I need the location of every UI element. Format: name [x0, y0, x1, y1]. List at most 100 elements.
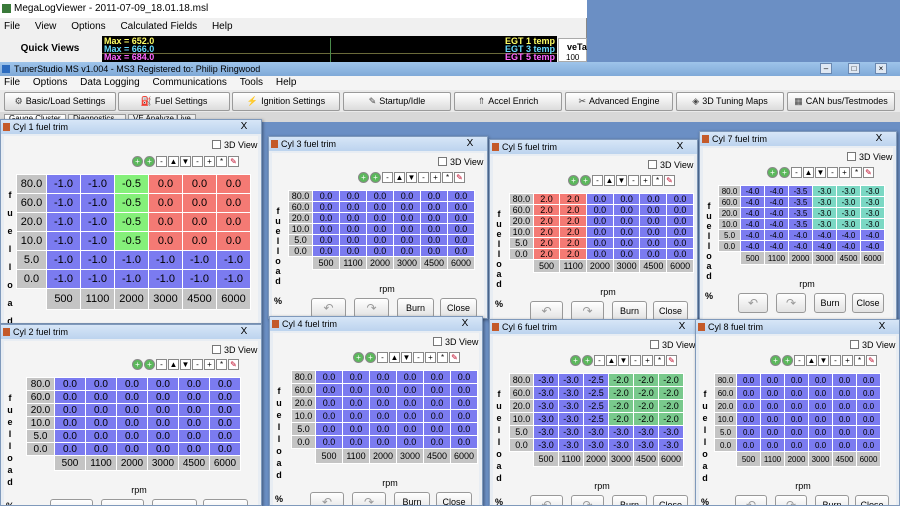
window-title-bar[interactable]: Cyl 8 fuel trim X [696, 320, 899, 334]
down-arrow-button[interactable]: ▼ [818, 355, 829, 366]
3d-view-checkbox[interactable]: 3D View [847, 152, 892, 163]
table-cell[interactable]: 0.0 [54, 403, 86, 417]
plus-button[interactable]: + [839, 167, 850, 178]
increase-alt-button[interactable]: + [582, 355, 593, 366]
table-cell[interactable]: 0.0 [315, 396, 343, 410]
table-cell[interactable]: 0.0 [423, 383, 451, 397]
table-cell[interactable]: 0.0 [85, 429, 117, 443]
table-cell[interactable]: 0.0 [612, 237, 641, 249]
table-cell[interactable]: 0.0 [396, 422, 424, 436]
x-axis-value[interactable]: 6000 [447, 256, 475, 270]
close-icon[interactable]: X [673, 321, 691, 332]
table-cell[interactable]: 2.0 [559, 204, 587, 216]
table-cell[interactable]: 0.0 [639, 226, 668, 238]
ts-menu-tools[interactable]: Tools [240, 77, 263, 88]
undo-button[interactable]: ↶ [738, 293, 768, 313]
y-axis-value[interactable]: 20.0 [291, 396, 316, 410]
table-cell[interactable]: -3.0 [836, 196, 861, 208]
increase-alt-button[interactable]: + [580, 175, 591, 186]
basic-load-settings-button[interactable]: ⚙ Basic/Load Settings [4, 92, 116, 111]
table-cell[interactable]: 0.0 [393, 223, 421, 235]
table-cell[interactable]: 0.0 [420, 190, 448, 202]
table-cell[interactable]: 0.0 [216, 212, 251, 232]
table-cell[interactable]: 0.0 [315, 383, 343, 397]
table-cell[interactable]: 0.0 [209, 442, 241, 456]
table-cell[interactable]: 0.0 [447, 223, 475, 235]
table-cell[interactable]: -4.0 [764, 218, 789, 230]
table-cell[interactable]: 0.0 [784, 386, 809, 400]
table-cell[interactable]: 0.0 [586, 215, 614, 227]
table-cell[interactable]: -3.0 [860, 185, 885, 197]
increase-button[interactable]: + [568, 175, 579, 186]
3d-view-checkbox[interactable]: 3D View [650, 340, 695, 351]
table-cell[interactable]: 0.0 [666, 193, 694, 205]
undo-button[interactable]: ↶ [311, 298, 346, 318]
close-button[interactable]: Close [436, 492, 472, 505]
pencil-icon[interactable]: ✎ [664, 175, 675, 186]
pencil-icon[interactable]: ✎ [449, 352, 460, 363]
table-cell[interactable]: -3.0 [608, 425, 634, 439]
increase-alt-button[interactable]: + [144, 359, 155, 370]
3d-tuning-maps-button[interactable]: ◈ 3D Tuning Maps [676, 92, 784, 111]
table-cell[interactable]: -3.0 [583, 425, 609, 439]
plus-button[interactable]: + [642, 355, 653, 366]
table-cell[interactable]: 0.0 [760, 412, 785, 426]
table-cell[interactable]: -4.0 [740, 185, 765, 197]
table-cell[interactable]: 0.0 [209, 403, 241, 417]
up-arrow-button[interactable]: ▲ [394, 172, 405, 183]
table-cell[interactable]: 0.0 [447, 234, 475, 246]
table-cell[interactable]: -2.0 [633, 399, 659, 413]
undo-button[interactable]: ↶ [530, 495, 563, 505]
x-axis-value[interactable]: 4500 [832, 451, 857, 467]
table-cell[interactable]: -3.0 [583, 438, 609, 452]
table-cell[interactable]: 0.0 [396, 409, 424, 423]
table-cell[interactable]: 0.0 [148, 174, 183, 194]
table-cell[interactable]: 0.0 [315, 370, 343, 384]
table-cell[interactable]: 0.0 [808, 386, 833, 400]
table-cell[interactable]: 0.0 [420, 223, 448, 235]
table-cell[interactable]: 0.0 [342, 396, 370, 410]
table-cell[interactable]: 0.0 [808, 373, 833, 387]
table-cell[interactable]: 0.0 [178, 442, 210, 456]
table-cell[interactable]: 0.0 [54, 416, 86, 430]
increase-button[interactable]: + [358, 172, 369, 183]
table-cell[interactable]: 0.0 [736, 399, 761, 413]
table-cell[interactable]: -3.0 [558, 386, 584, 400]
table-cell[interactable]: -3.5 [788, 196, 813, 208]
y-axis-value[interactable]: 10.0 [714, 412, 737, 426]
down-arrow-button[interactable]: ▼ [180, 359, 191, 370]
table-cell[interactable]: -3.0 [860, 207, 885, 219]
table-cell[interactable]: 0.0 [736, 373, 761, 387]
table-cell[interactable]: 0.0 [808, 425, 833, 439]
x-axis-value[interactable]: 1100 [85, 455, 117, 471]
x-axis-value[interactable]: 6000 [209, 455, 241, 471]
close-button[interactable]: Close [855, 495, 889, 505]
x-axis-value[interactable]: 3000 [147, 455, 179, 471]
close-icon[interactable]: X [235, 326, 253, 337]
y-axis-value[interactable]: 5.0 [288, 234, 313, 246]
x-axis-value[interactable]: 3000 [808, 451, 833, 467]
table-cell[interactable]: 0.0 [760, 399, 785, 413]
fuel-trim-window[interactable]: Cyl 6 fuel trim X 3D View + + - ▲ ▼ - + * ✎ f u e l l o… [489, 319, 700, 506]
table-cell[interactable]: -3.0 [836, 207, 861, 219]
3d-view-checkbox[interactable]: 3D View [212, 140, 257, 151]
table-cell[interactable]: 0.0 [396, 370, 424, 384]
table-cell[interactable]: -1.0 [148, 269, 183, 289]
table-cell[interactable]: -3.0 [658, 425, 684, 439]
multiply-button[interactable]: * [442, 172, 453, 183]
table-cell[interactable]: 2.0 [559, 248, 587, 260]
x-axis-value[interactable]: 3000 [612, 259, 641, 273]
table-cell[interactable]: -3.0 [608, 438, 634, 452]
pencil-icon[interactable]: ✎ [454, 172, 465, 183]
decrease-button[interactable]: - [592, 175, 603, 186]
undo-button[interactable]: ↶ [50, 499, 93, 505]
3d-view-checkbox[interactable]: 3D View [648, 160, 693, 171]
table-cell[interactable]: -1.0 [80, 212, 115, 232]
menu-view[interactable]: View [35, 21, 57, 32]
down-arrow-button[interactable]: ▼ [180, 156, 191, 167]
x-axis-value[interactable]: 500 [532, 259, 561, 273]
redo-button[interactable]: ↷ [571, 495, 604, 505]
table-cell[interactable]: -1.0 [46, 231, 81, 251]
table-cell[interactable]: -2.0 [608, 386, 634, 400]
table-cell[interactable]: -2.5 [583, 399, 609, 413]
